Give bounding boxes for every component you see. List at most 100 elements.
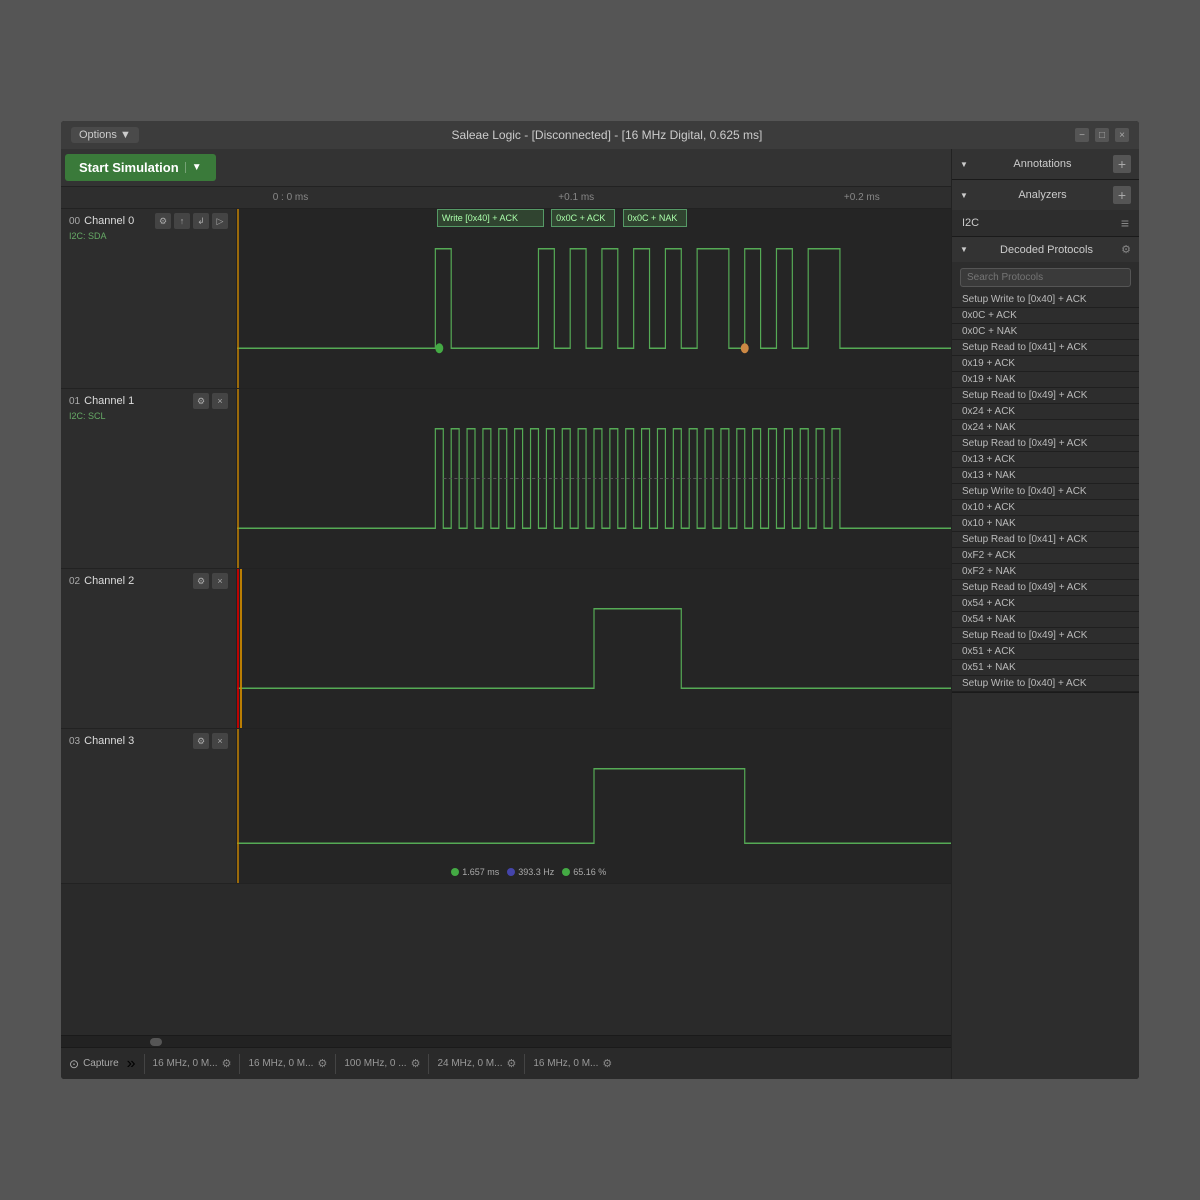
channel-row-3: 03 Channel 3 ⚙ ×: [61, 729, 951, 884]
meas-dot-time: [451, 868, 459, 876]
capture-label: Capture: [83, 1058, 119, 1069]
horizontal-scrollbar[interactable]: [61, 1035, 951, 1047]
bottom-ch4-gear[interactable]: ⚙: [602, 1057, 612, 1070]
minimize-button[interactable]: −: [1075, 128, 1089, 142]
protocol-item[interactable]: 0x10 + NAK: [952, 516, 1139, 532]
marker-dot-0: [435, 343, 443, 353]
protocol-item[interactable]: 0x10 + ACK: [952, 500, 1139, 516]
window-title: Saleae Logic - [Disconnected] - [16 MHz …: [139, 128, 1075, 142]
channel-1-gear[interactable]: ⚙: [193, 393, 209, 409]
protocol-item[interactable]: 0x13 + NAK: [952, 468, 1139, 484]
channel-0-header: 00 Channel 0 ⚙ ↑ ↲ ▷: [69, 213, 228, 229]
channel-3-waveform: 1.657 ms 393.3 Hz 65.16 %: [237, 729, 951, 883]
protocol-item[interactable]: Setup Write to [0x40] + ACK: [952, 484, 1139, 500]
channel-2-close[interactable]: ×: [212, 573, 228, 589]
protocol-item[interactable]: 0x54 + ACK: [952, 596, 1139, 612]
search-protocols-input[interactable]: [960, 268, 1131, 287]
bottom-ch3: 24 MHz, 0 M... ⚙: [437, 1057, 516, 1070]
bottom-ch3-gear[interactable]: ⚙: [506, 1057, 516, 1070]
left-panel: Start Simulation ▼ 0 : 0 ms +0.1 ms +0.2…: [61, 149, 951, 1079]
capture-icon: ⊙: [69, 1057, 79, 1071]
channel-2-header: 02 Channel 2 ⚙ ×: [69, 573, 228, 589]
decoded-search-area: [952, 262, 1139, 292]
start-simulation-button[interactable]: Start Simulation ▼: [65, 154, 216, 181]
scrollbar-thumb[interactable]: [150, 1038, 162, 1046]
channel-0-number: 00: [69, 216, 80, 227]
protocol-item[interactable]: 0x19 + ACK: [952, 356, 1139, 372]
bottom-ch0: 16 MHz, 0 M... ⚙: [153, 1057, 232, 1070]
protocol-item[interactable]: Setup Write to [0x40] + ACK: [952, 676, 1139, 692]
decoded-protocols-header[interactable]: ▼ Decoded Protocols ⚙: [952, 237, 1139, 262]
channel-2-name: Channel 2: [84, 575, 193, 587]
channel-2-gear[interactable]: ⚙: [193, 573, 209, 589]
bottom-ch2-label: 100 MHz, 0 ...: [344, 1058, 406, 1069]
protocol-item[interactable]: 0x0C + NAK: [952, 324, 1139, 340]
toolbar: Start Simulation ▼: [61, 149, 951, 187]
analyzers-add-button[interactable]: +: [1113, 186, 1131, 204]
close-button[interactable]: ×: [1115, 128, 1129, 142]
protocol-item[interactable]: 0x19 + NAK: [952, 372, 1139, 388]
capture-button[interactable]: ⊙ Capture: [69, 1057, 119, 1071]
bottom-ch0-gear[interactable]: ⚙: [222, 1057, 232, 1070]
bottom-ch3-label: 24 MHz, 0 M...: [437, 1058, 502, 1069]
analyzers-label: Analyzers: [1018, 189, 1066, 201]
protocol-item[interactable]: 0x13 + ACK: [952, 452, 1139, 468]
channel-3-gear[interactable]: ⚙: [193, 733, 209, 749]
channel-1-name: Channel 1: [84, 395, 193, 407]
protocol-item[interactable]: 0x54 + NAK: [952, 612, 1139, 628]
bottom-ch2-gear[interactable]: ⚙: [411, 1057, 421, 1070]
channel-0-gear[interactable]: ⚙: [155, 213, 171, 229]
channel-1-sublabel: I2C: SCL: [69, 411, 228, 421]
protocol-item[interactable]: Setup Write to [0x40] + ACK: [952, 292, 1139, 308]
bottom-ch1-gear[interactable]: ⚙: [317, 1057, 327, 1070]
time-ruler: 0 : 0 ms +0.1 ms +0.2 ms: [61, 187, 951, 209]
decoded-protocols-section: ▼ Decoded Protocols ⚙ Setup Write to [0x…: [952, 237, 1139, 693]
channel-0-back[interactable]: ↲: [193, 213, 209, 229]
protocol-item[interactable]: 0x51 + ACK: [952, 644, 1139, 660]
protocol-list: Setup Write to [0x40] + ACK 0x0C + ACK 0…: [952, 292, 1139, 692]
protocol-item[interactable]: Setup Read to [0x41] + ACK: [952, 532, 1139, 548]
channel-1-close[interactable]: ×: [212, 393, 228, 409]
analyzer-i2c-menu[interactable]: ≡: [1121, 215, 1129, 231]
channel-1-svg: [237, 389, 951, 568]
options-button[interactable]: Options ▼: [71, 127, 139, 143]
main-area: Start Simulation ▼ 0 : 0 ms +0.1 ms +0.2…: [61, 149, 1139, 1079]
annotations-header[interactable]: ▼ Annotations +: [952, 149, 1139, 179]
channel-3-close[interactable]: ×: [212, 733, 228, 749]
protocol-item[interactable]: 0x24 + NAK: [952, 420, 1139, 436]
protocol-item[interactable]: 0x24 + ACK: [952, 404, 1139, 420]
analyzers-header[interactable]: ▼ Analyzers +: [952, 180, 1139, 210]
decoded-protocols-gear[interactable]: ⚙: [1121, 243, 1131, 256]
protocol-item[interactable]: 0x51 + NAK: [952, 660, 1139, 676]
channel-1-number: 01: [69, 396, 80, 407]
meas-time: 1.657 ms: [451, 867, 499, 877]
meas-dot-duty: [562, 868, 570, 876]
channel-0-expand[interactable]: ▷: [212, 213, 228, 229]
meas-duty: 65.16 %: [562, 867, 606, 877]
meas-duty-value: 65.16 %: [573, 867, 606, 877]
meas-time-value: 1.657 ms: [462, 867, 499, 877]
annotations-add-button[interactable]: +: [1113, 155, 1131, 173]
bottom-ch1-label: 16 MHz, 0 M...: [248, 1058, 313, 1069]
bottom-ch2: 100 MHz, 0 ... ⚙: [344, 1057, 420, 1070]
divider-2: [239, 1054, 240, 1074]
maximize-button[interactable]: □: [1095, 128, 1109, 142]
protocol-item[interactable]: Setup Read to [0x49] + ACK: [952, 580, 1139, 596]
analyzers-section: ▼ Analyzers + I2C ≡: [952, 180, 1139, 237]
protocol-item[interactable]: 0x0C + ACK: [952, 308, 1139, 324]
channel-2-svg: [237, 569, 951, 728]
protocol-item[interactable]: 0xF2 + ACK: [952, 548, 1139, 564]
channel-row-1: 01 Channel 1 ⚙ × I2C: SCL: [61, 389, 951, 569]
protocol-item[interactable]: Setup Read to [0x49] + ACK: [952, 628, 1139, 644]
channels-area: 00 Channel 0 ⚙ ↑ ↲ ▷ I2C: SDA: [61, 209, 951, 1035]
channel-0-svg: [237, 209, 951, 388]
protocol-item[interactable]: Setup Read to [0x49] + ACK: [952, 388, 1139, 404]
protocol-item[interactable]: 0xF2 + NAK: [952, 564, 1139, 580]
protocol-item[interactable]: Setup Read to [0x41] + ACK: [952, 340, 1139, 356]
annotations-triangle: ▼: [960, 160, 968, 169]
protocol-item[interactable]: Setup Read to [0x49] + ACK: [952, 436, 1139, 452]
dropdown-arrow-icon: ▼: [185, 162, 202, 173]
bottom-bar: ⊙ Capture » 16 MHz, 0 M... ⚙ 16 MHz, 0 M…: [61, 1047, 951, 1079]
forward-icon[interactable]: »: [127, 1055, 136, 1073]
channel-0-up[interactable]: ↑: [174, 213, 190, 229]
